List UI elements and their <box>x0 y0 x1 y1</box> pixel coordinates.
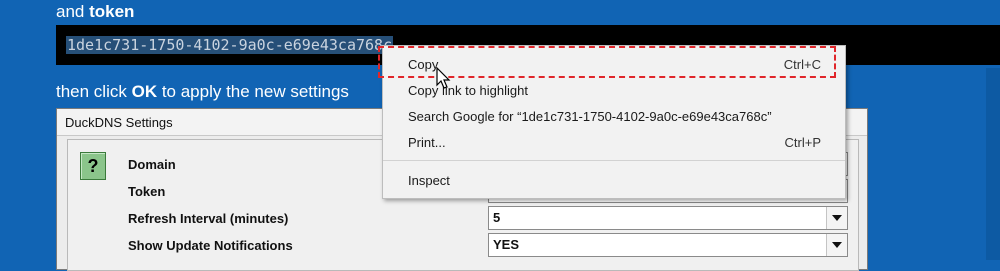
menu-item-label: Search Google for “1de1c731-1750-4102-9a… <box>408 109 772 124</box>
notifications-value: YES <box>493 237 520 252</box>
page-scroll-edge <box>986 68 1000 260</box>
chevron-down-icon[interactable] <box>826 234 847 256</box>
refresh-interval-select[interactable]: 5 <box>488 206 848 230</box>
token-value-selected[interactable]: 1de1c731-1750-4102-9a0c-e69e43ca768c <box>66 36 394 54</box>
mouse-pointer-icon <box>436 67 451 89</box>
menu-item-print[interactable]: Print... Ctrl+P <box>383 130 845 156</box>
menu-separator <box>383 160 845 161</box>
menu-item-label: Inspect <box>408 173 450 188</box>
token-label: Token <box>128 184 166 199</box>
menu-item-label: Print... <box>408 135 446 150</box>
refresh-interval-label: Refresh Interval (minutes) <box>128 211 289 226</box>
menu-item-copy-link-to-highlight[interactable]: Copy link to highlight <box>383 78 845 104</box>
notifications-label: Show Update Notifications <box>128 238 293 253</box>
chevron-down-icon[interactable] <box>826 207 847 229</box>
menu-item-search-google[interactable]: Search Google for “1de1c731-1750-4102-9a… <box>383 104 845 130</box>
menu-item-shortcut: Ctrl+P <box>784 135 821 150</box>
menu-item-inspect[interactable]: Inspect <box>383 168 845 194</box>
instruction-text: then click OK to apply the new settings <box>56 82 349 101</box>
help-question-icon: ? <box>80 152 106 180</box>
domain-label: Domain <box>128 157 176 172</box>
refresh-interval-value: 5 <box>493 210 501 225</box>
dialog-title: DuckDNS Settings <box>65 115 173 130</box>
notifications-select[interactable]: YES <box>488 233 848 257</box>
menu-item-label: Copy link to highlight <box>408 83 528 98</box>
token-heading: and token <box>56 2 135 21</box>
